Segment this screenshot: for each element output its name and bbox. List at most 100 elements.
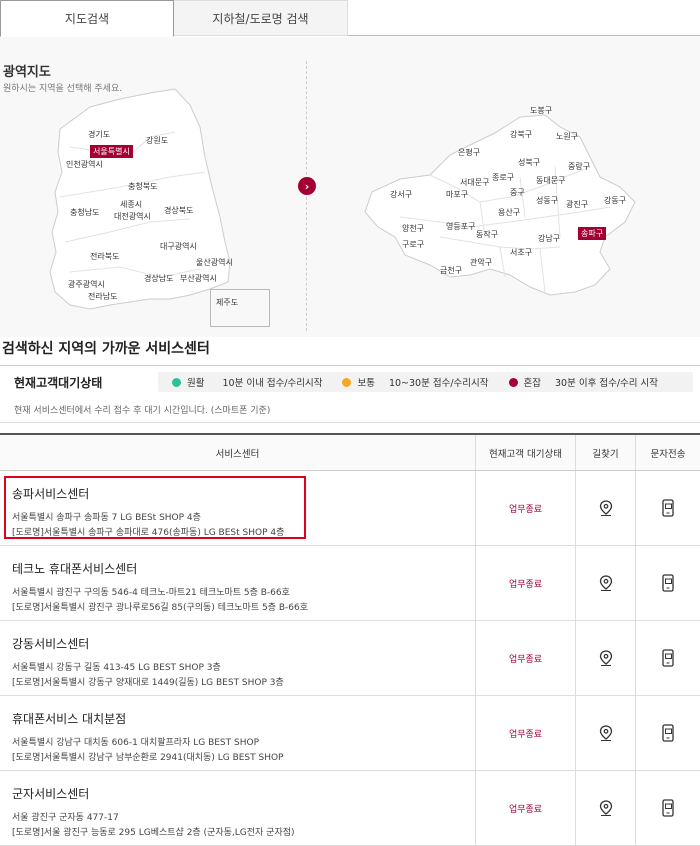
center-info-cell: 군자서비스센터 서울 광진구 군자동 477-17 [도로명]서울 광진구 능동…	[0, 771, 476, 845]
status-note: 현재 서비스센터에서 수리 접수 후 대기 시간입니다. (스마트폰 기준)	[14, 406, 271, 416]
center-road-address: [도로명]서울 광진구 능동로 295 LG베스트샵 2층 (군자동,LG전자 …	[12, 828, 295, 838]
legend-busy: 혼잡 30분 이후 접수/수리 시작	[508, 375, 659, 389]
region-jeonnam[interactable]: 전라남도	[88, 291, 117, 302]
district-dongjak[interactable]: 동작구	[476, 229, 498, 240]
center-road-address: [도로명]서울특별시 광진구 광나루로56길 85(구의동) 테크노마트 5층 …	[12, 603, 308, 613]
center-info-cell: 테크노 휴대폰서비스센터 서울특별시 광진구 구의동 546-4 테크노-마트2…	[0, 546, 476, 620]
district-nowon[interactable]: 노원구	[556, 131, 578, 142]
header-service-center: 서비스센터	[0, 435, 476, 470]
table-row: 테크노 휴대폰서비스센터 서울특별시 광진구 구의동 546-4 테크노-마트2…	[0, 546, 700, 621]
legend-desc: 10~30분 접수/수리시작	[388, 378, 489, 389]
center-status: 업무종료	[476, 621, 576, 695]
legend-label: 보통	[357, 378, 375, 389]
status-title: 현재고객대기상태	[14, 376, 103, 390]
center-status: 업무종료	[476, 696, 576, 770]
tab-subway-road-search[interactable]: 지하철/도로명 검색	[174, 0, 348, 36]
district-seodaemun[interactable]: 서대문구	[460, 177, 489, 188]
district-eunpyeong[interactable]: 은평구	[458, 147, 480, 158]
red-dot-icon	[508, 377, 518, 387]
district-yangcheon[interactable]: 양천구	[402, 223, 424, 234]
center-road-address: [도로명]서울특별시 강남구 남부순환로 2941(대치동) LG BEST S…	[12, 753, 284, 763]
directions-cell	[576, 471, 636, 545]
table-header: 서비스센터 현재고객 대기상태 길찾기 문자전송	[0, 435, 700, 471]
district-jungnang[interactable]: 중랑구	[568, 161, 590, 172]
district-junggu[interactable]: 중구	[510, 187, 525, 198]
center-info-cell: 휴대폰서비스 대치분점 서울특별시 강남구 대치동 606-1 대치팔프라자 L…	[0, 696, 476, 770]
region-gyeongbuk[interactable]: 경상북도	[164, 205, 193, 216]
region-gangwon[interactable]: 강원도	[146, 135, 168, 146]
map-pin-icon[interactable]	[599, 799, 613, 817]
mobile-sms-icon[interactable]	[661, 799, 675, 817]
district-mapo[interactable]: 마포구	[446, 189, 468, 200]
mobile-sms-icon[interactable]	[661, 649, 675, 667]
status-legend: 원활 10분 이내 접수/수리시작 보통 10~30분 접수/수리시작 혼잡 3…	[158, 372, 693, 392]
district-seongbuk[interactable]: 성북구	[518, 157, 540, 168]
mobile-sms-icon[interactable]	[661, 574, 675, 592]
district-gwanak[interactable]: 관악구	[470, 257, 492, 268]
sms-cell	[636, 696, 700, 770]
district-gwangjin[interactable]: 광진구	[566, 199, 588, 210]
district-yeongdeungpo[interactable]: 영등포구	[446, 221, 475, 232]
sms-cell	[636, 621, 700, 695]
center-info-cell: 강동서비스센터 서울특별시 강동구 길동 413-45 LG BEST SHOP…	[0, 621, 476, 695]
region-jeju[interactable]: 제주도	[216, 297, 238, 308]
tab-map-search[interactable]: 지도검색	[0, 0, 174, 37]
center-name[interactable]: 강동서비스센터	[12, 635, 475, 652]
seoul-map-shape	[364, 114, 636, 296]
district-geumcheon[interactable]: 금천구	[440, 265, 462, 276]
region-seoul[interactable]: 서울특별시	[90, 145, 133, 158]
region-jeonbuk[interactable]: 전라북도	[90, 251, 119, 262]
map-pin-icon[interactable]	[599, 574, 613, 592]
map-pin-icon[interactable]	[599, 724, 613, 742]
map-pin-icon[interactable]	[599, 649, 613, 667]
section-title: 검색하신 지역의 가까운 서비스센터	[2, 341, 210, 357]
region-daegu[interactable]: 대구광역시	[160, 241, 197, 252]
mobile-sms-icon[interactable]	[661, 499, 675, 517]
region-incheon[interactable]: 인천광역시	[66, 159, 103, 170]
region-busan[interactable]: 부산광역시	[180, 273, 217, 284]
district-gangnam[interactable]: 강남구	[538, 233, 560, 244]
table-row: 휴대폰서비스 대치분점 서울특별시 강남구 대치동 606-1 대치팔프라자 L…	[0, 696, 700, 771]
district-seocho[interactable]: 서초구	[510, 247, 532, 258]
mobile-sms-icon[interactable]	[661, 724, 675, 742]
district-dobong[interactable]: 도봉구	[530, 105, 552, 116]
next-arrow-button[interactable]: ›	[298, 177, 316, 195]
header-directions: 길찾기	[576, 435, 636, 470]
map-pin-icon[interactable]	[599, 499, 613, 517]
center-name[interactable]: 휴대폰서비스 대치분점	[12, 710, 475, 727]
region-sejong[interactable]: 세종시	[120, 199, 142, 210]
legend-desc: 10분 이내 접수/수리시작	[222, 378, 323, 389]
region-gyeongnam[interactable]: 경상남도	[144, 273, 173, 284]
jeju-inset	[210, 289, 270, 327]
region-daejeon[interactable]: 대전광역시	[114, 211, 151, 222]
region-chungbuk[interactable]: 충청북도	[128, 181, 157, 192]
region-gyeonggi[interactable]: 경기도	[88, 129, 110, 140]
district-songpa[interactable]: 송파구	[578, 227, 607, 240]
map-divider	[306, 61, 307, 331]
center-road-address: [도로명]서울특별시 강동구 양재대로 1449(길동) LG BEST SHO…	[12, 678, 284, 688]
sms-cell	[636, 546, 700, 620]
district-guro[interactable]: 구로구	[402, 239, 424, 250]
center-name[interactable]: 군자서비스센터	[12, 785, 475, 802]
district-dongdaemun[interactable]: 동대문구	[536, 175, 565, 186]
center-status: 업무종료	[476, 546, 576, 620]
legend-desc: 30분 이후 접수/수리 시작	[555, 378, 659, 389]
green-dot-icon	[172, 377, 181, 387]
sms-cell	[636, 771, 700, 845]
region-gwangju[interactable]: 광주광역시	[68, 279, 105, 290]
district-gangdong[interactable]: 강동구	[604, 195, 626, 206]
legend-normal: 보통 10~30분 접수/수리시작	[342, 375, 489, 389]
legend-smooth: 원활 10분 이내 접수/수리시작	[172, 375, 322, 389]
table-row: 강동서비스센터 서울특별시 강동구 길동 413-45 LG BEST SHOP…	[0, 621, 700, 696]
legend-label: 혼잡	[523, 378, 541, 389]
district-yongsan[interactable]: 용산구	[498, 207, 520, 218]
district-jongno[interactable]: 종로구	[492, 172, 514, 183]
district-gangbuk[interactable]: 강북구	[510, 129, 532, 140]
center-name[interactable]: 테크노 휴대폰서비스센터	[12, 560, 475, 577]
district-seongdong[interactable]: 성동구	[536, 195, 558, 206]
center-status: 업무종료	[476, 771, 576, 845]
region-ulsan[interactable]: 울산광역시	[196, 257, 233, 268]
center-address: 서울특별시 강남구 대치동 606-1 대치팔프라자 LG BEST SHOP	[12, 738, 259, 748]
region-chungnam[interactable]: 충청남도	[70, 207, 99, 218]
district-gangseo[interactable]: 강서구	[390, 189, 412, 200]
